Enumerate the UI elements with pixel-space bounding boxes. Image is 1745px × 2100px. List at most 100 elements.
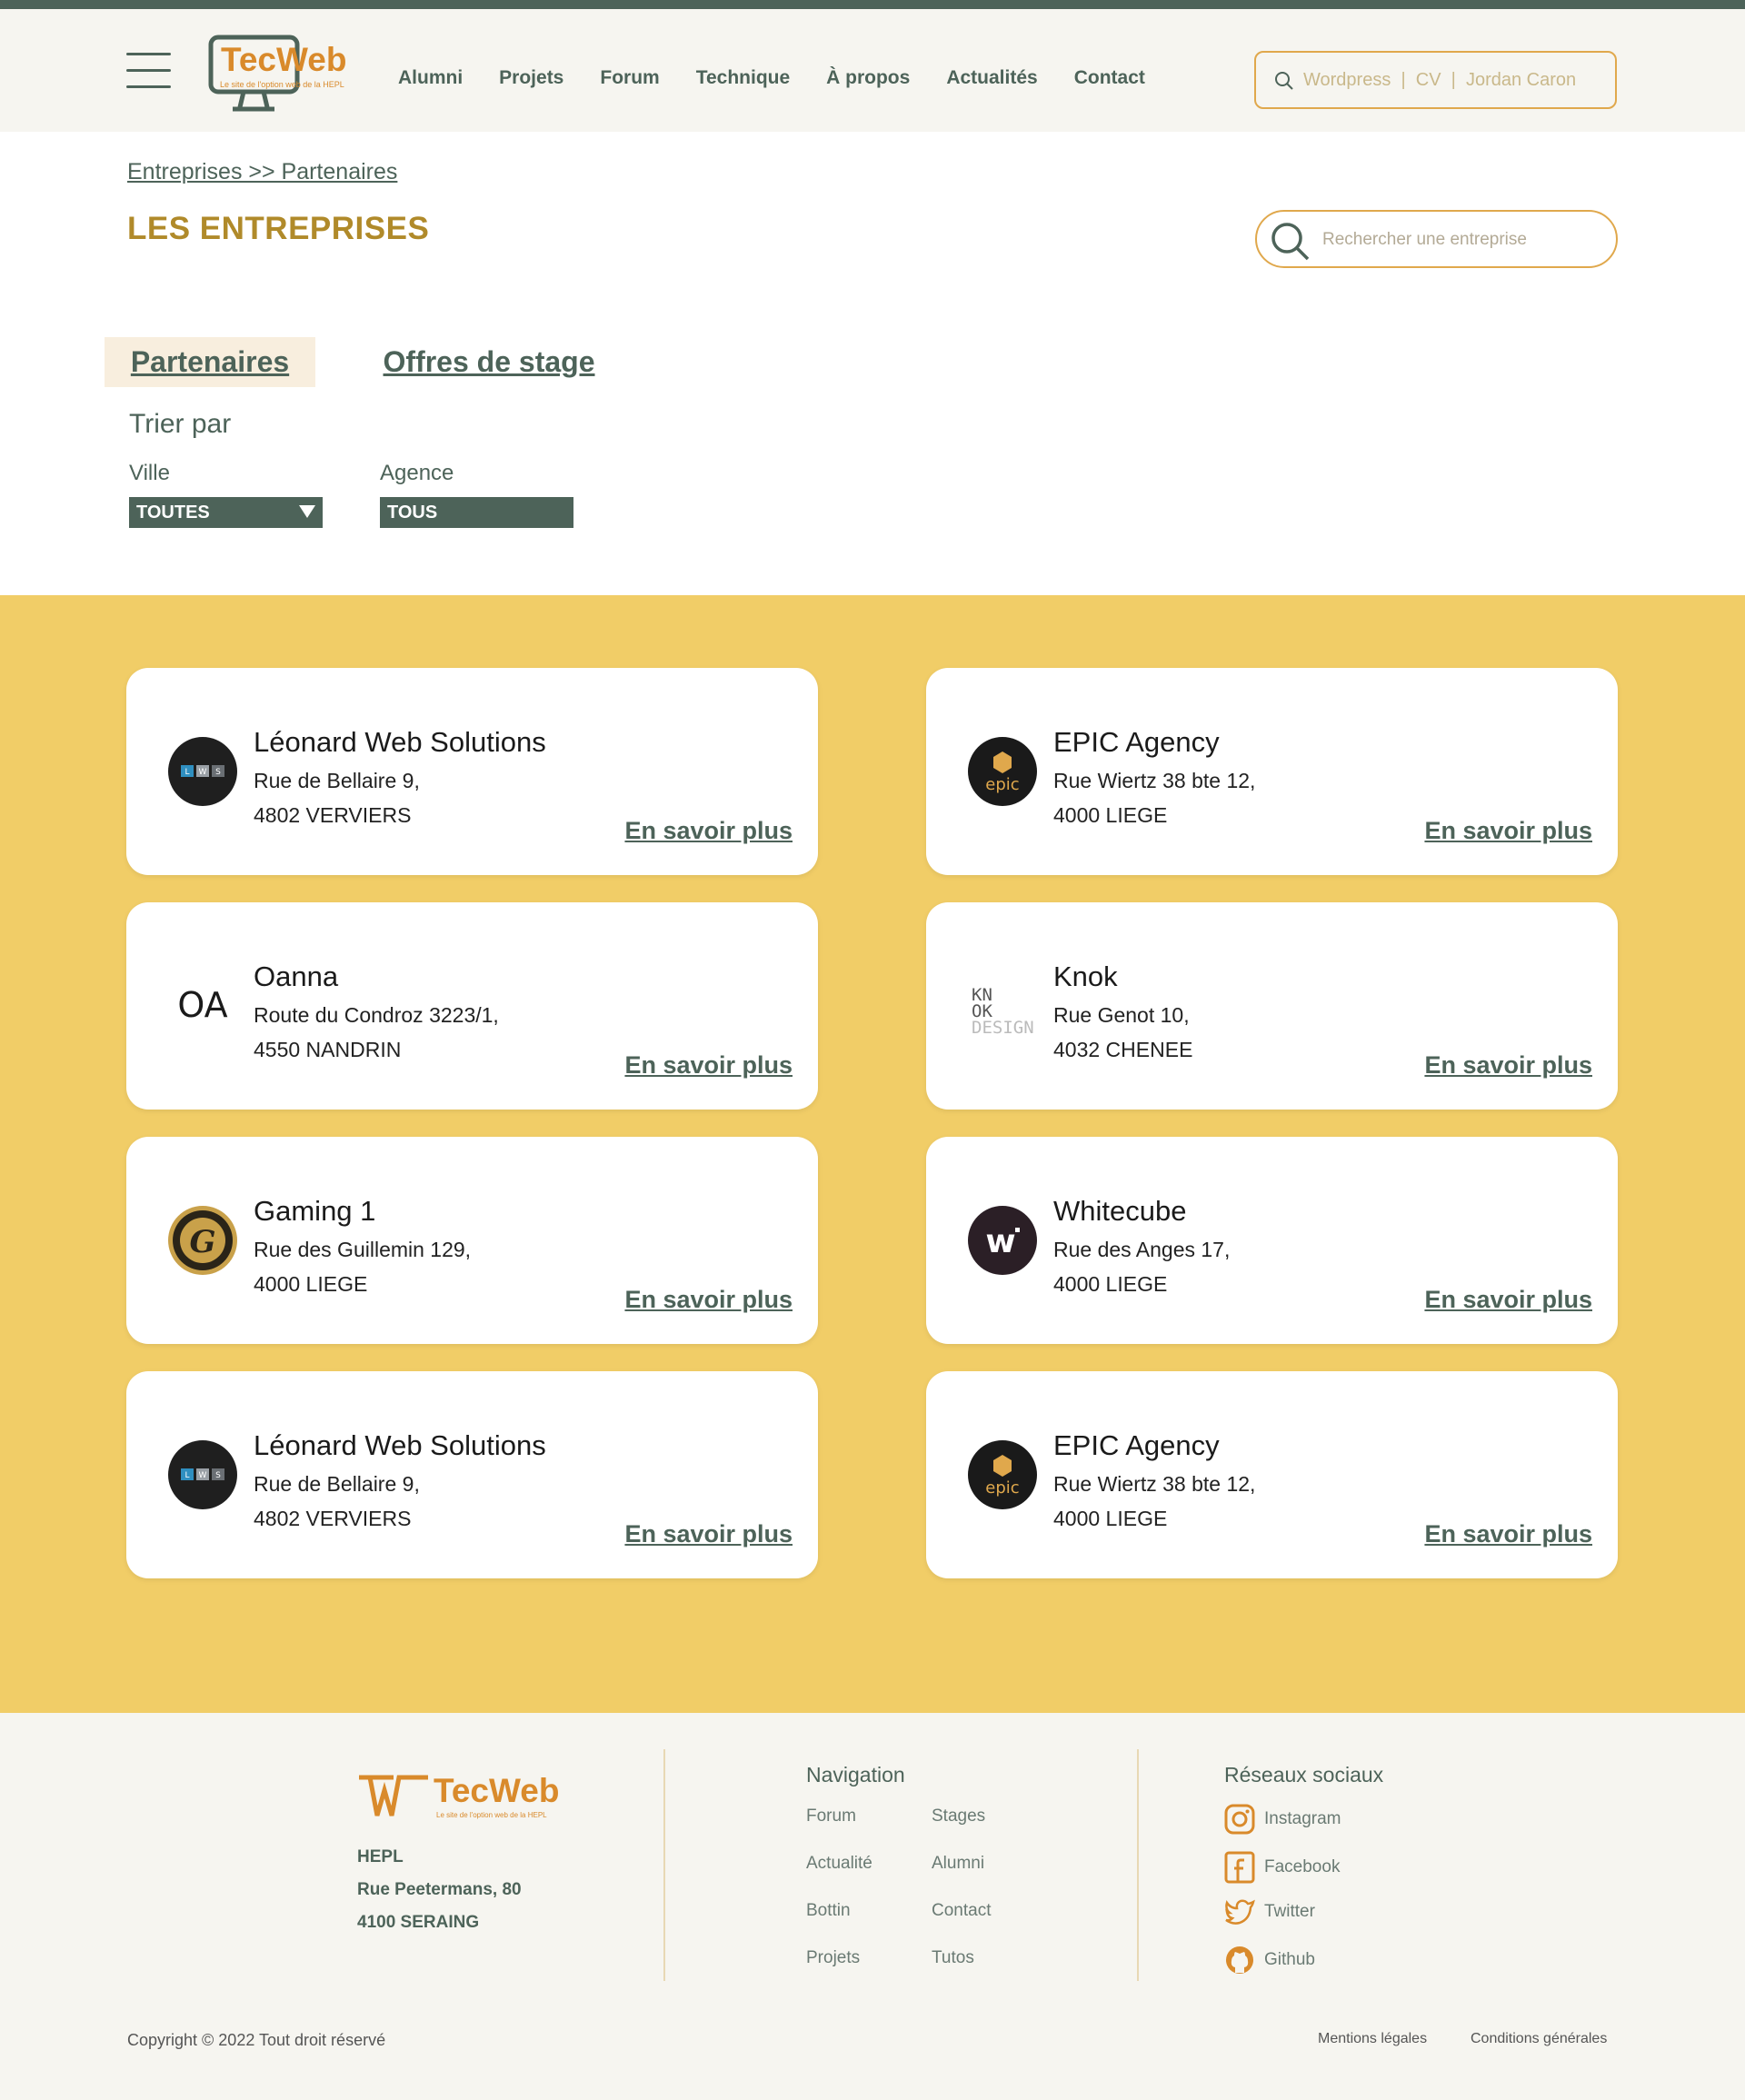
lws-letter: L <box>184 1471 189 1480</box>
partner-street: Rue Wiertz 38 bte 12, <box>1053 1472 1256 1496</box>
logo-tagline: Le site de l'option web de la HEPL <box>220 80 344 89</box>
knok-logo-icon: KN OK DESIGN <box>972 985 1034 1038</box>
partner-street: Rue de Bellaire 9, <box>254 1472 420 1496</box>
partner-name: Gaming 1 <box>254 1195 376 1227</box>
lws-logo-icon: L W S <box>181 1468 224 1480</box>
nav-alumni[interactable]: Alumni <box>398 67 463 89</box>
footer-navigation-title: Navigation <box>806 1763 905 1786</box>
oanna-logo-text: OA <box>177 985 227 1025</box>
facebook-icon <box>1224 1851 1255 1884</box>
tab-offres-de-stage[interactable]: Offres de stage <box>380 337 598 387</box>
nav-actualites[interactable]: Actualités <box>946 67 1037 89</box>
footer-logo-tagline: Le site de l'option web de la HEPL <box>436 1811 547 1819</box>
partner-street: Rue Wiertz 38 bte 12, <box>1053 769 1256 792</box>
conditions-generales-link[interactable]: Conditions générales <box>1471 2031 1607 2047</box>
gaming1-logo-text: G <box>189 1224 215 1260</box>
search-icon <box>1275 72 1293 90</box>
nav-contact[interactable]: Contact <box>1074 67 1145 89</box>
partner-card: KN OK DESIGN Knok Rue Genot 10, 4032 CHE… <box>926 902 1618 1110</box>
footer-link-alumni[interactable]: Alumni <box>932 1854 984 1874</box>
en-savoir-plus-link[interactable]: En savoir plus <box>624 1051 793 1080</box>
logo-name[interactable]: TecWeb <box>221 41 346 79</box>
en-savoir-plus-link[interactable]: En savoir plus <box>1424 1286 1592 1314</box>
epic-logo-icon: epic <box>985 751 1020 794</box>
page-title: LES ENTREPRISES <box>127 211 430 246</box>
partner-street: Rue des Guillemin 129, <box>254 1238 472 1261</box>
twitter-icon <box>1225 1899 1255 1925</box>
nav-a-propos[interactable]: À propos <box>826 67 910 89</box>
footer-social-facebook[interactable]: Facebook <box>1224 1851 1340 1884</box>
instagram-label: Instagram <box>1264 1809 1341 1828</box>
site-search-input[interactable] <box>1303 65 1603 95</box>
partners-list: L W S Léonard Web Solutions Rue de Bella… <box>0 595 1745 1713</box>
nav-projets[interactable]: Projets <box>499 67 563 89</box>
partner-name: Whitecube <box>1053 1195 1187 1227</box>
partner-city: 4000 LIEGE <box>1053 1507 1168 1530</box>
site-header: TecWeb Le site de l'option web de la HEP… <box>0 9 1745 132</box>
tecweb-footer-logo-icon <box>359 1775 428 1816</box>
epic-logo-icon: epic <box>985 1455 1020 1498</box>
partner-street: Rue de Bellaire 9, <box>254 769 420 792</box>
footer-link-actualite[interactable]: Actualité <box>806 1854 872 1874</box>
tab-partenaires[interactable]: Partenaires <box>105 337 315 387</box>
partner-card: epic EPIC Agency Rue Wiertz 38 bte 12, 4… <box>926 668 1618 875</box>
en-savoir-plus-link[interactable]: En savoir plus <box>624 1286 793 1314</box>
footer-link-projets[interactable]: Projets <box>806 1948 860 1968</box>
nav-technique[interactable]: Technique <box>696 67 790 89</box>
filter-agence-select[interactable]: TOUS <box>380 497 573 528</box>
lws-logo-icon: L W S <box>181 765 224 777</box>
footer-social-title: Réseaux sociaux <box>1224 1763 1384 1786</box>
lws-logo: L W S <box>168 1440 237 1509</box>
nav-forum[interactable]: Forum <box>600 67 659 89</box>
filter-ville-value: TOUTES <box>136 502 210 523</box>
en-savoir-plus-link[interactable]: En savoir plus <box>1424 1051 1592 1080</box>
partner-name: EPIC Agency <box>1053 726 1220 758</box>
epic-logo: epic <box>968 1440 1037 1509</box>
breadcrumb[interactable]: Entreprises >> Partenaires <box>127 159 397 185</box>
partner-name: Oanna <box>254 960 339 992</box>
partner-card: L W S Léonard Web Solutions Rue de Bella… <box>126 1371 818 1578</box>
top-accent-bar <box>0 0 1745 9</box>
lws-letter: W <box>199 768 207 777</box>
facebook-label: Facebook <box>1264 1857 1341 1876</box>
knok-logo-line: DESIGN <box>972 1018 1034 1038</box>
filter-ville-select[interactable]: TOUTES <box>129 497 323 528</box>
menu-icon[interactable] <box>126 53 171 89</box>
sort-label: Trier par <box>129 409 232 439</box>
instagram-icon <box>1224 1804 1255 1835</box>
github-icon <box>1226 1946 1253 1974</box>
footer-social-instagram[interactable]: Instagram <box>1224 1804 1341 1835</box>
footer-link-tutos[interactable]: Tutos <box>932 1948 974 1968</box>
company-search-box <box>1255 210 1618 268</box>
en-savoir-plus-link[interactable]: En savoir plus <box>624 817 793 845</box>
partner-city: 4000 LIEGE <box>254 1272 368 1296</box>
oanna-logo-icon: OA <box>177 985 227 1025</box>
company-search-input[interactable] <box>1322 226 1595 254</box>
lws-letter: L <box>184 768 189 777</box>
footer-link-contact[interactable]: Contact <box>932 1901 991 1921</box>
partner-name: Léonard Web Solutions <box>254 1429 546 1461</box>
en-savoir-plus-link[interactable]: En savoir plus <box>1424 1520 1592 1548</box>
epic-logo-text: epic <box>985 1478 1019 1498</box>
en-savoir-plus-link[interactable]: En savoir plus <box>1424 817 1592 845</box>
partner-card: OA Oanna Route du Condroz 3223/1, 4550 N… <box>126 902 818 1110</box>
footer-link-bottin[interactable]: Bottin <box>806 1901 851 1921</box>
footer-link-stages[interactable]: Stages <box>932 1806 985 1826</box>
partner-city: 4032 CHENEE <box>1053 1038 1193 1061</box>
copyright: Copyright © 2022 Tout droit réservé <box>127 2031 386 2049</box>
search-icon <box>1271 223 1310 261</box>
dropdown-arrow-icon <box>299 505 315 518</box>
lws-letter: W <box>199 1471 207 1480</box>
partner-city: 4802 VERVIERS <box>254 1507 412 1530</box>
partner-card: L W S Léonard Web Solutions Rue de Bella… <box>126 668 818 875</box>
partner-street: Rue Genot 10, <box>1053 1003 1190 1027</box>
lws-letter: S <box>215 1471 221 1480</box>
mentions-legales-link[interactable]: Mentions légales <box>1318 2031 1427 2047</box>
epic-logo-text: epic <box>985 775 1019 794</box>
footer-social-github[interactable]: Github <box>1224 1945 1315 1976</box>
footer-social-twitter[interactable]: Twitter <box>1224 1898 1315 1926</box>
whitecube-logo-text: w <box>985 1223 1015 1260</box>
footer-link-forum[interactable]: Forum <box>806 1806 856 1826</box>
partner-street: Route du Condroz 3223/1, <box>254 1003 499 1027</box>
en-savoir-plus-link[interactable]: En savoir plus <box>624 1520 793 1548</box>
